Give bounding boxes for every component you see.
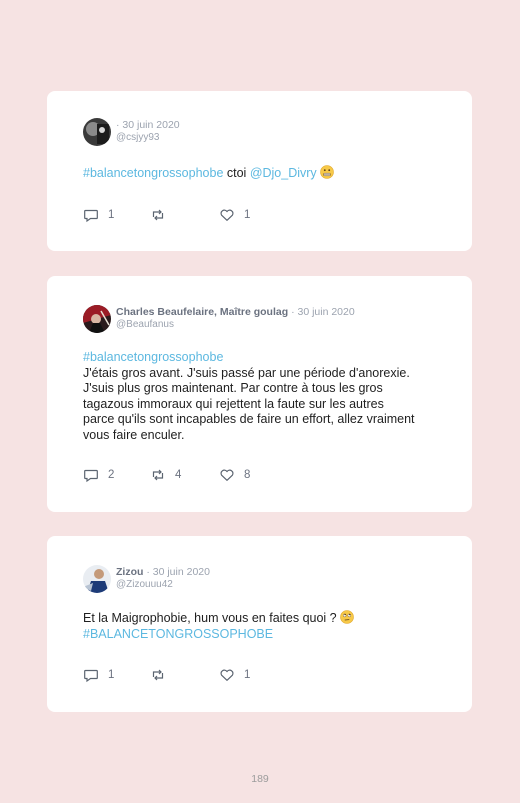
hashtag-link[interactable]: #BALANCETONGROSSOPHOBE: [83, 627, 442, 643]
author-handle[interactable]: @Zizouuu42: [116, 579, 210, 591]
tweet-card: Zizou · 30 juin 2020 @Zizouuu42 Et la Ma…: [47, 536, 472, 712]
author-handle[interactable]: @Beaufanus: [116, 319, 355, 331]
reply-icon: [84, 669, 98, 683]
avatar[interactable]: [83, 565, 111, 593]
tweet-meta: Charles Beaufelaire, Maître goulag · 30 …: [116, 306, 355, 331]
like-button[interactable]: 8: [219, 467, 250, 483]
tweet-text: #balancetongrossophobe ctoi @Djo_Divry: [83, 165, 442, 182]
author-name[interactable]: Zizou: [116, 566, 143, 578]
retweet-count: 4: [175, 469, 182, 481]
tweet-text-line: J'suis plus gros maintenant. Par contre …: [83, 381, 383, 395]
tweet-card: Charles Beaufelaire, Maître goulag · 30 …: [47, 276, 472, 512]
tweet-text-line: tagazous immoraux qui rejettent la faute…: [83, 396, 384, 411]
grimacing-face-emoji-icon: [320, 165, 334, 179]
reply-count: 2: [108, 469, 115, 481]
tweet-text: #balancetongrossophobe J'étais gros avan…: [83, 350, 452, 443]
reply-button[interactable]: 2: [83, 467, 114, 483]
rolling-eyes-emoji-icon: [340, 610, 354, 624]
page-number: 189: [251, 773, 269, 785]
heart-icon: [220, 469, 234, 481]
tweet-text-line: parce qu'ils sont incapables de faire un…: [83, 412, 415, 426]
like-button[interactable]: 1: [219, 207, 250, 223]
heart-icon: [220, 209, 234, 221]
mention-link[interactable]: @Djo_Divry: [250, 166, 317, 180]
tweet-date[interactable]: · 30 juin 2020: [291, 306, 355, 318]
tweet-actions: 1 1: [83, 667, 303, 683]
retweet-button[interactable]: [150, 207, 175, 223]
tweet-card: · 30 juin 2020 @csjyy93 #balancetongross…: [47, 91, 472, 251]
like-count: 1: [244, 669, 251, 681]
reply-count: 1: [108, 669, 115, 681]
tweet-text-line: Et la Maigrophobie, hum vous en faites q…: [83, 611, 341, 625]
tweet-text-segment: ctoi: [223, 166, 250, 180]
retweet-icon: [152, 469, 164, 481]
hashtag-link[interactable]: #balancetongrossophobe: [83, 166, 223, 180]
tweet-date[interactable]: · 30 juin 2020: [146, 566, 210, 578]
like-count: 1: [244, 209, 251, 221]
reply-button[interactable]: 1: [83, 207, 114, 223]
tweet-actions: 1 1: [83, 207, 303, 223]
reply-icon: [84, 209, 98, 223]
tweet-text-line: vous faire enculer.: [83, 427, 185, 442]
author-name[interactable]: Charles Beaufelaire, Maître goulag: [116, 306, 288, 318]
like-button[interactable]: 1: [219, 667, 250, 683]
retweet-button[interactable]: [150, 667, 175, 683]
like-count: 8: [244, 469, 251, 481]
heart-icon: [220, 669, 234, 681]
retweet-icon: [152, 669, 164, 681]
retweet-icon: [152, 209, 164, 221]
author-handle[interactable]: @csjyy93: [116, 132, 180, 144]
tweet-meta: Zizou · 30 juin 2020 @Zizouuu42: [116, 566, 210, 591]
retweet-button[interactable]: 4: [150, 467, 181, 483]
reply-count: 1: [108, 209, 115, 221]
avatar[interactable]: [83, 305, 111, 333]
tweet-meta: · 30 juin 2020 @csjyy93: [116, 119, 180, 144]
tweet-text-line: J'étais gros avant. J'suis passé par une…: [83, 365, 410, 380]
tweet-actions: 2 4 8: [83, 467, 303, 483]
tweet-text: Et la Maigrophobie, hum vous en faites q…: [83, 610, 442, 642]
reply-icon: [84, 469, 98, 483]
hashtag-link[interactable]: #balancetongrossophobe: [83, 350, 452, 366]
avatar[interactable]: [83, 118, 111, 146]
reply-button[interactable]: 1: [83, 667, 114, 683]
tweet-date[interactable]: · 30 juin 2020: [116, 119, 180, 131]
